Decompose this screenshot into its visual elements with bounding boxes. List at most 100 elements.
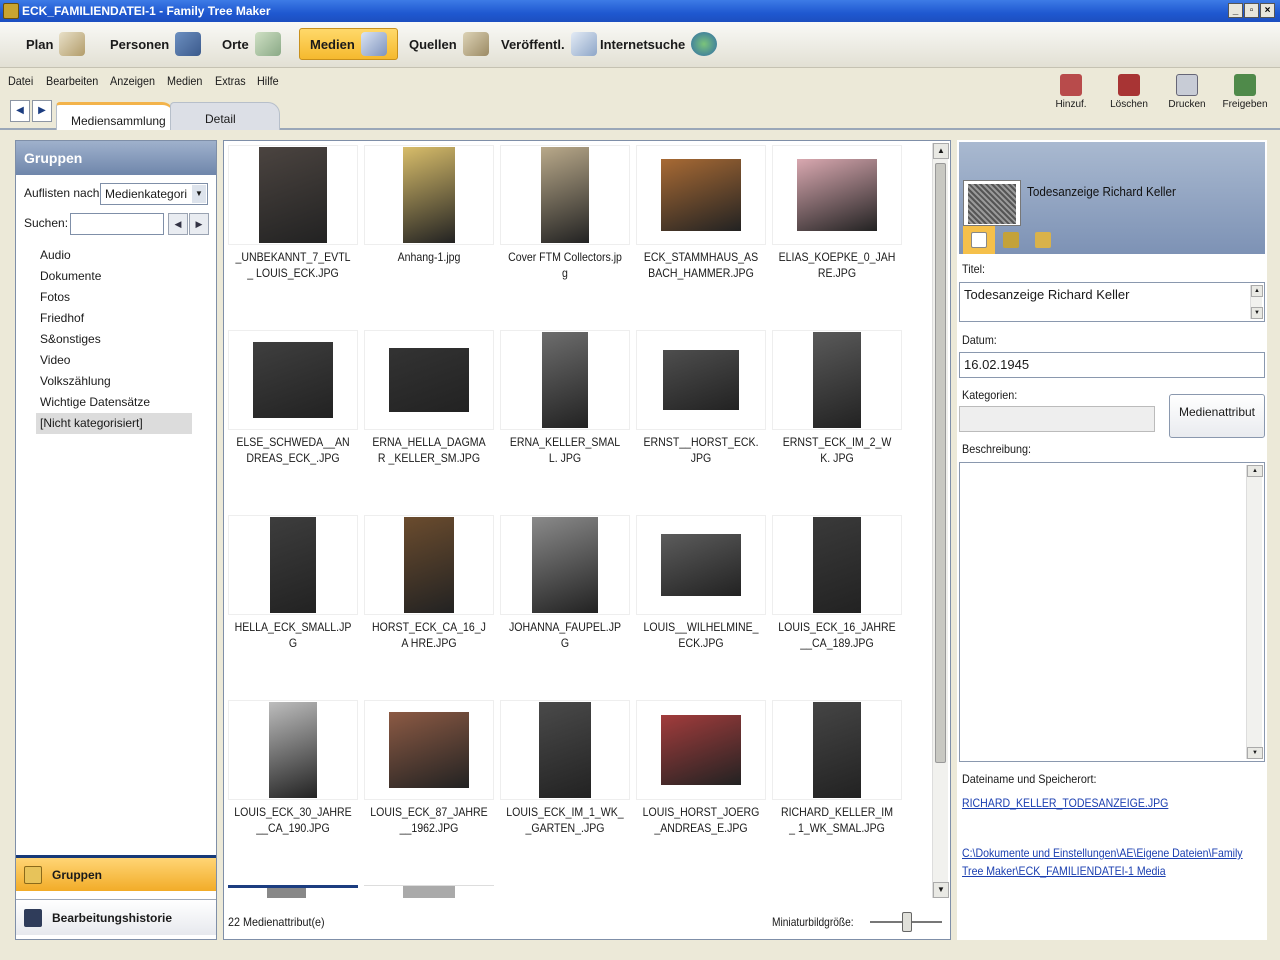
media-filename: ECK_STAMMHAUS_AS BACH_HAMMER.JPG (643, 250, 759, 280)
media-thumbnail-frame (500, 330, 630, 430)
category-wichtige-datensaetze[interactable]: Wichtige Datensätze (36, 392, 192, 413)
scroll-up-icon[interactable]: ▲ (933, 143, 949, 159)
media-item[interactable]: ERNST__HORST_ECK. JPG (634, 328, 768, 513)
search-input[interactable] (70, 213, 164, 235)
maximize-button[interactable]: ▫ (1244, 3, 1259, 18)
close-button[interactable]: × (1260, 3, 1275, 18)
media-thumbnail (403, 147, 455, 243)
media-item[interactable]: ELSE_SCHWEDA__AN DREAS_ECK_.JPG (226, 328, 360, 513)
menu-extras[interactable]: Extras (215, 74, 246, 88)
media-filename: LOUIS_ECK_87_JAHRE __1962.JPG (370, 805, 488, 835)
media-thumbnail-frame (636, 330, 766, 430)
tab-notes[interactable] (1027, 226, 1059, 254)
detail-header-title: Todesanzeige Richard Keller (1027, 184, 1176, 199)
delete-icon (1118, 74, 1140, 96)
media-item[interactable]: LOUIS_ECK_87_JAHRE __1962.JPG (362, 698, 496, 883)
media-filename: _UNBEKANNT_7_EVTL_ LOUIS_ECK.JPG (235, 250, 351, 280)
menu-datei[interactable]: Datei (8, 74, 33, 88)
scroll-down-icon[interactable]: ▼ (933, 882, 949, 898)
media-item[interactable]: ERNA_HELLA_DAGMAR _KELLER_SM.JPG (362, 328, 496, 513)
menu-medien[interactable]: Medien (167, 74, 202, 88)
media-item[interactable]: LOUIS__WILHELMINE_ ECK.JPG (634, 513, 768, 698)
category-dokumente[interactable]: Dokumente (36, 266, 192, 287)
media-filename: ERNST__HORST_ECK. JPG (643, 435, 759, 465)
media-collection: _UNBEKANNT_7_EVTL_ LOUIS_ECK.JPG Anhang-1… (223, 140, 951, 940)
media-item-partial[interactable] (364, 885, 494, 898)
category-nicht-kategorisiert[interactable]: [Nicht kategorisiert] (36, 413, 192, 434)
tab-mediensammlung[interactable]: Mediensammlung (56, 102, 174, 130)
internetsuche-button[interactable]: Internetsuche (590, 28, 727, 60)
category-video[interactable]: Video (36, 350, 192, 371)
categories-field[interactable] (959, 406, 1155, 432)
media-item[interactable]: ERNST_ECK_IM_2_WK. JPG (770, 328, 904, 513)
title-scrollbar[interactable]: ▲ ▼ (1250, 285, 1263, 319)
category-fotos[interactable]: Fotos (36, 287, 192, 308)
media-item[interactable]: Cover FTM Collectors.jpg (498, 143, 632, 328)
groups-panel-button[interactable]: Gruppen (16, 855, 216, 891)
file-name-link[interactable]: RICHARD_KELLER_TODESANZEIGE.JPG (962, 794, 1266, 812)
category-friedhof[interactable]: Friedhof (36, 308, 192, 329)
desc-scroll-up-icon[interactable]: ▲ (1247, 465, 1263, 477)
tab-people[interactable] (995, 226, 1027, 254)
media-scrollbar[interactable]: ▲ ▼ (932, 143, 949, 898)
media-thumbnail (532, 517, 598, 613)
quellen-button[interactable]: Quellen (399, 28, 499, 60)
edit-history-button[interactable]: Bearbeitungshistorie (16, 899, 216, 935)
media-item[interactable]: ECK_STAMMHAUS_AS BACH_HAMMER.JPG (634, 143, 768, 328)
minimize-button[interactable]: _ (1228, 3, 1243, 18)
media-filename: HELLA_ECK_SMALL.JP G (234, 620, 352, 650)
media-thumbnail (541, 147, 589, 243)
media-item[interactable]: Anhang-1.jpg (362, 143, 496, 328)
media-thumbnail (813, 702, 861, 798)
media-item[interactable]: JOHANNA_FAUPEL.JPG (498, 513, 632, 698)
category-volkszaehlung[interactable]: Volkszählung (36, 371, 192, 392)
menu-anzeigen[interactable]: Anzeigen (110, 74, 155, 88)
tab-edit[interactable] (963, 226, 995, 254)
category-audio[interactable]: Audio (36, 245, 192, 266)
title-field[interactable]: Todesanzeige Richard Keller ▲ ▼ (959, 282, 1265, 322)
thumbnail-size-slider[interactable] (870, 911, 942, 933)
slider-knob[interactable] (902, 912, 912, 932)
media-thumbnail (539, 702, 591, 798)
media-item[interactable]: RICHARD_KELLER_IM_ 1_WK_SMAL.JPG (770, 698, 904, 883)
back-button[interactable]: ◀ (10, 100, 30, 122)
media-attribute-button[interactable]: Medienattribut (1169, 394, 1265, 438)
media-item[interactable]: ELIAS_KOEPKE_0_JAH RE.JPG (770, 143, 904, 328)
media-thumbnail (661, 159, 741, 231)
description-scrollbar[interactable]: ▲ ▼ (1246, 465, 1263, 759)
scroll-thumb[interactable] (935, 163, 946, 763)
media-item[interactable]: ERNA_KELLER_SMALL. JPG (498, 328, 632, 513)
media-item[interactable]: LOUIS_HORST_JOERG _ANDREAS_E.JPG (634, 698, 768, 883)
media-filename: RICHARD_KELLER_IM_ 1_WK_SMAL.JPG (780, 805, 894, 835)
plan-button[interactable]: Plan (16, 28, 95, 60)
media-thumbnail-frame (636, 515, 766, 615)
title-scroll-up-icon[interactable]: ▲ (1251, 285, 1263, 297)
desc-scroll-down-icon[interactable]: ▼ (1247, 747, 1263, 759)
media-thumbnail-frame (772, 700, 902, 800)
description-field[interactable]: ▲ ▼ (959, 462, 1265, 762)
personen-button[interactable]: Personen (100, 28, 211, 60)
list-by-select[interactable]: Medienkategori ▼ (100, 183, 208, 205)
title-scroll-down-icon[interactable]: ▼ (1251, 307, 1263, 319)
media-item[interactable]: HELLA_ECK_SMALL.JP G (226, 513, 360, 698)
media-item[interactable]: LOUIS_ECK_30_JAHRE __CA_190.JPG (226, 698, 360, 883)
thumbnail-size-label: Miniaturbildgröße: (772, 915, 854, 929)
tab-detail[interactable]: Detail (170, 102, 280, 130)
media-item[interactable]: LOUIS_ECK_IM_1_WK_ _GARTEN_.JPG (498, 698, 632, 883)
category-sonstiges[interactable]: S&onstiges (36, 329, 192, 350)
media-item[interactable]: HORST_ECK_CA_16_JA HRE.JPG (362, 513, 496, 698)
date-field[interactable]: 16.02.1945 (959, 352, 1265, 378)
search-next-button[interactable]: ▶ (189, 213, 209, 235)
menu-hilfe[interactable]: Hilfe (257, 74, 279, 88)
search-prev-button[interactable]: ◀ (168, 213, 188, 235)
media-filename: LOUIS_ECK_16_JAHRE __CA_189.JPG (778, 620, 896, 650)
orte-button[interactable]: Orte (212, 28, 291, 60)
media-item[interactable]: LOUIS_ECK_16_JAHRE __CA_189.JPG (770, 513, 904, 698)
menu-bearbeiten[interactable]: Bearbeiten (46, 74, 98, 88)
file-path-link[interactable]: C:\Dokumente und Einstellungen\AE\Eigene… (962, 844, 1266, 880)
title-value: Todesanzeige Richard Keller (964, 287, 1130, 302)
media-item[interactable]: _UNBEKANNT_7_EVTL_ LOUIS_ECK.JPG (226, 143, 360, 328)
media-item-partial[interactable] (228, 885, 358, 898)
forward-button[interactable]: ▶ (32, 100, 52, 122)
medien-button[interactable]: Medien (299, 28, 398, 60)
